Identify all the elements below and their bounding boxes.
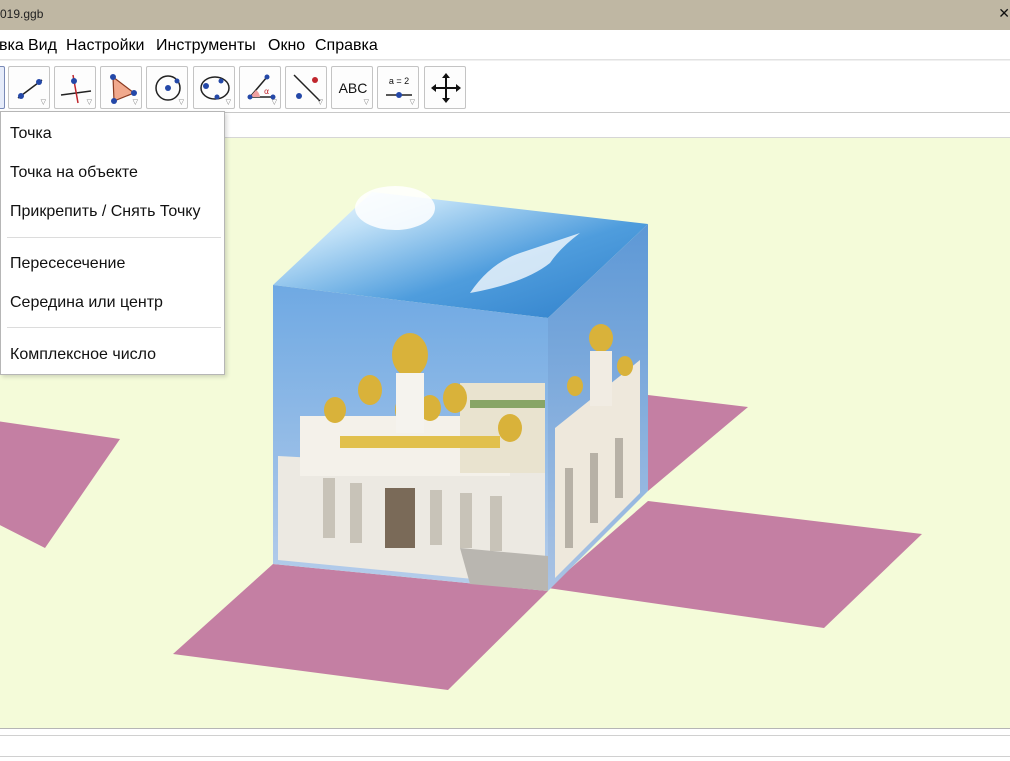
menu-item-settings[interactable]: Настройки xyxy=(66,37,144,55)
title-bar: 019.ggb ✕ xyxy=(0,0,1010,30)
net-face-back-right xyxy=(648,395,748,491)
menu-item-tools[interactable]: Инструменты xyxy=(156,37,256,55)
menu-item-intersection[interactable]: Пересесечение xyxy=(10,255,125,273)
input-field[interactable] xyxy=(0,735,1010,757)
polygon-tool-button[interactable]: ▽ xyxy=(100,66,142,109)
move-tool-button[interactable] xyxy=(0,66,5,109)
menu-item-window[interactable]: Окно xyxy=(268,37,305,55)
menu-item-complex-number[interactable]: Комплексное число xyxy=(10,346,156,364)
dropdown-arrow-icon: ▽ xyxy=(86,99,92,106)
dropdown-arrow-icon: ▽ xyxy=(178,99,184,106)
window-title: 019.ggb xyxy=(0,7,44,21)
menu-separator xyxy=(7,237,221,238)
reflect-tool-button[interactable]: ▽ xyxy=(285,66,327,109)
close-icon[interactable]: ✕ xyxy=(990,6,1010,20)
menu-item-point-on-object[interactable]: Точка на объекте xyxy=(10,164,138,182)
menu-item-help[interactable]: Справка xyxy=(315,37,378,55)
svg-text:α: α xyxy=(264,87,269,96)
move-graphics-tool-button[interactable] xyxy=(424,66,466,109)
menu-item-midpoint[interactable]: Середина или центр xyxy=(10,294,163,312)
menu-item-view[interactable]: Вид xyxy=(28,37,57,55)
line-tool-button[interactable]: ▽ xyxy=(8,66,50,109)
dropdown-arrow-icon: ▽ xyxy=(271,99,277,106)
net-face-left xyxy=(0,421,120,548)
slider-tool-button[interactable]: a = 2 ▽ xyxy=(377,66,419,109)
conic-tool-button[interactable]: ▽ xyxy=(193,66,235,109)
dropdown-arrow-icon: ▽ xyxy=(363,99,369,106)
menu-bar: вка Вид Настройки Инструменты Окно Справ… xyxy=(0,30,1010,60)
menu-item-point[interactable]: Точка xyxy=(10,125,52,143)
circle-tool-button[interactable]: ▽ xyxy=(146,66,188,109)
menu-item-edit[interactable]: вка xyxy=(0,37,24,55)
toolbar: ▽ ▽ ▽ ▽ ▽ α ▽ ▽ ABC ▽ a = 2 ▽ xyxy=(0,61,1010,113)
dropdown-arrow-icon: ▽ xyxy=(225,99,231,106)
text-tool-button[interactable]: ABC ▽ xyxy=(331,66,373,109)
point-tools-dropdown: Точка Точка на объекте Прикрепить / Снят… xyxy=(0,111,225,375)
dropdown-arrow-icon: ▽ xyxy=(132,99,138,106)
dropdown-arrow-icon: ▽ xyxy=(40,99,46,106)
perpendicular-tool-button[interactable]: ▽ xyxy=(54,66,96,109)
menu-item-attach-detach-point[interactable]: Прикрепить / Снять Точку xyxy=(10,203,200,221)
dropdown-arrow-icon: ▽ xyxy=(409,99,415,106)
slider-tool-label: a = 2 xyxy=(389,76,409,86)
text-tool-label: ABC xyxy=(339,80,368,96)
input-bar xyxy=(0,728,1010,761)
menu-separator xyxy=(7,327,221,328)
move-arrows-icon xyxy=(431,73,461,103)
angle-tool-button[interactable]: α ▽ xyxy=(239,66,281,109)
dropdown-arrow-icon: ▽ xyxy=(317,99,323,106)
